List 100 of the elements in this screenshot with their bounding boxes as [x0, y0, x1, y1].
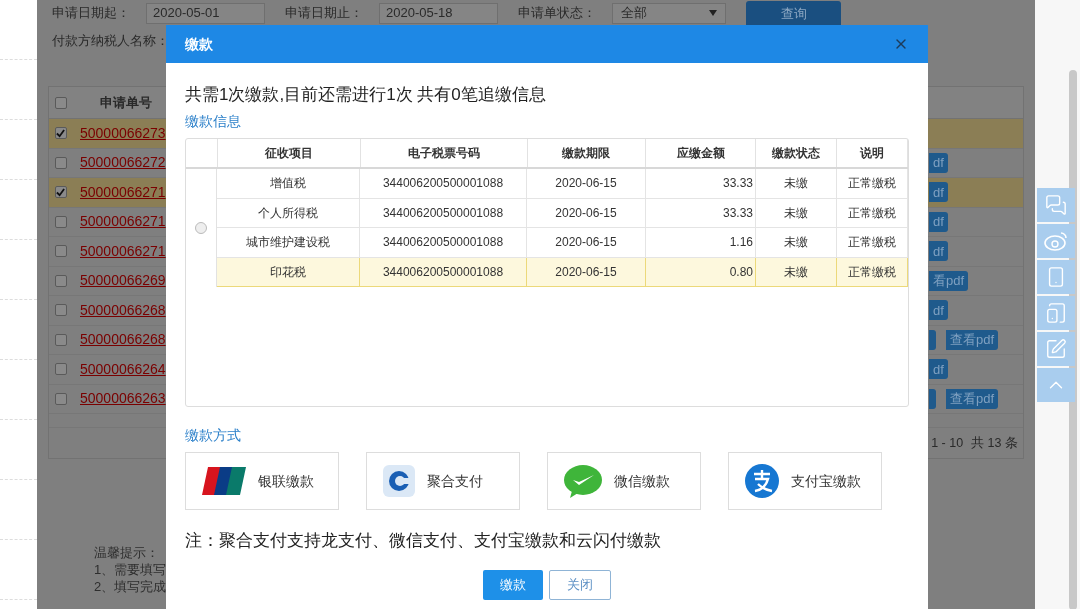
- back-to-top-icon[interactable]: [1037, 368, 1075, 402]
- table-cell: 城市维护建设税: [217, 228, 360, 257]
- table-cell: 0.80: [646, 257, 756, 286]
- table-row[interactable]: 印花税 344006200500001088 2020-06-15 0.80 未缴 正常缴税: [217, 257, 908, 287]
- view-pdf-button[interactable]: df: [929, 152, 948, 173]
- application-number-link[interactable]: 50000066269: [80, 272, 166, 289]
- page-range: 1 - 10: [931, 434, 964, 452]
- view-pdf-button[interactable]: df: [929, 241, 948, 262]
- table-cell: 个人所得税: [217, 198, 360, 227]
- table-cell: 344006200500001088: [360, 198, 527, 227]
- application-number-link[interactable]: 50000066268: [80, 331, 166, 348]
- checkbox[interactable]: [54, 245, 67, 258]
- note-text: 注：聚合支付支持龙支付、微信支付、支付宝缴款和云闪付缴款: [185, 530, 662, 552]
- column-header: 征收项目: [217, 139, 361, 167]
- table-cell: 344006200500001088: [360, 169, 527, 198]
- table-cell: 344006200500001088: [360, 228, 527, 257]
- checkbox[interactable]: [54, 215, 67, 228]
- application-number-link[interactable]: 50000066268: [80, 301, 166, 318]
- table-cell: 正常缴税: [837, 169, 908, 198]
- checkbox[interactable]: [54, 304, 67, 317]
- table-cell: 正常缴税: [837, 257, 908, 286]
- section-heading: 缴款方式: [185, 426, 242, 444]
- payer-label: 付款方纳税人名称：: [52, 32, 169, 51]
- table-row[interactable]: 增值税 344006200500001088 2020-06-15 33.33 未缴 正常缴税: [217, 169, 908, 199]
- view-pdf-button[interactable]: 查看pdf: [946, 329, 999, 350]
- application-number-link[interactable]: 50000066263: [80, 390, 166, 407]
- filter-label: 申请日期起：: [52, 4, 131, 23]
- date-field[interactable]: 2020-05-18: [379, 2, 498, 24]
- date-field[interactable]: 2020-05-01: [146, 2, 265, 24]
- button-edge[interactable]: [929, 388, 936, 409]
- column-header: 申请单号: [100, 93, 152, 112]
- table-cell: 2020-06-15: [527, 228, 646, 257]
- table-cell: 33.33: [646, 169, 756, 198]
- column-header: 说明: [837, 139, 908, 167]
- checkbox[interactable]: [54, 156, 67, 169]
- checkbox[interactable]: [54, 363, 67, 376]
- summary-text: 共需1次缴款,目前还需进行1次 共有0笔追缴信息: [185, 84, 547, 106]
- table-cell: 印花税: [217, 257, 360, 286]
- table-cell: 未缴: [756, 169, 837, 198]
- tip-text: 2、填写完成: [94, 578, 167, 595]
- column-header: 电子税票号码: [360, 139, 528, 167]
- payment-method-button[interactable]: 支付宝缴款: [728, 452, 882, 510]
- tip-text: 1、需要填写: [94, 561, 167, 578]
- column-header: 应缴金额: [646, 139, 757, 167]
- query-button[interactable]: 查询: [746, 1, 841, 27]
- close-button[interactable]: 关闭: [549, 570, 611, 600]
- table-cell: 2020-06-15: [527, 198, 646, 227]
- application-number-link[interactable]: 50000066271: [80, 183, 166, 200]
- dialog-title: 缴款: [185, 34, 213, 54]
- checkbox[interactable]: [54, 333, 67, 346]
- pay-button[interactable]: 缴款: [483, 570, 543, 600]
- application-number-link[interactable]: 50000066272: [80, 154, 166, 171]
- application-number-link[interactable]: 50000066271: [80, 213, 166, 230]
- checkbox[interactable]: [54, 96, 67, 109]
- table-cell: 未缴: [756, 228, 837, 257]
- payment-method-button[interactable]: 微信缴款: [547, 452, 701, 510]
- tip-text: 温馨提示：: [94, 544, 159, 561]
- column-header: 缴款状态: [756, 139, 838, 167]
- view-pdf-button[interactable]: df: [929, 211, 948, 232]
- table-cell: 2020-06-15: [527, 257, 646, 286]
- payment-method-button[interactable]: 聚合支付: [366, 452, 520, 510]
- chat-icon[interactable]: [1037, 188, 1075, 222]
- status-select[interactable]: 全部: [612, 2, 726, 24]
- phone-icon[interactable]: [1037, 260, 1075, 294]
- table-cell: 正常缴税: [837, 198, 908, 227]
- caret-icon: [709, 10, 717, 16]
- view-pdf-button[interactable]: 查看pdf: [946, 388, 999, 409]
- table-cell: 344006200500001088: [360, 257, 527, 286]
- application-number-link[interactable]: 50000066273: [80, 124, 166, 141]
- c-logo-icon: [383, 465, 415, 497]
- application-number-link[interactable]: 50000066271: [80, 242, 166, 259]
- checkbox[interactable]: [54, 186, 67, 199]
- column-header: 缴款期限: [527, 139, 647, 167]
- chat-check-icon: [564, 464, 602, 498]
- table-cell: 33.33: [646, 198, 756, 227]
- view-pdf-button[interactable]: df: [929, 300, 948, 321]
- view-pdf-button[interactable]: 看pdf: [929, 270, 969, 291]
- card-logo-icon: [202, 467, 246, 495]
- alipay-logo-icon: [745, 464, 779, 498]
- checkbox[interactable]: [54, 392, 67, 405]
- checkbox[interactable]: [54, 274, 67, 287]
- radio-button[interactable]: [195, 222, 207, 234]
- payment-method-button[interactable]: 银联缴款: [185, 452, 339, 510]
- checkbox[interactable]: [54, 127, 67, 140]
- total-count: 共 13 条: [971, 434, 1018, 452]
- view-pdf-button[interactable]: df: [929, 359, 948, 380]
- table-row[interactable]: 城市维护建设税 344006200500001088 2020-06-15 1.16 未缴 正常缴税: [217, 228, 908, 258]
- table-cell: 1.16: [646, 228, 756, 257]
- table-cell: 未缴: [756, 198, 837, 227]
- filter-label: 申请单状态：: [518, 4, 597, 23]
- phone-icon[interactable]: [1037, 296, 1075, 330]
- edit-icon[interactable]: [1037, 332, 1075, 366]
- table-row[interactable]: 个人所得税 344006200500001088 2020-06-15 33.33 未缴 正常缴税: [217, 198, 908, 228]
- button-edge[interactable]: [929, 329, 936, 350]
- table-cell: 2020-06-15: [527, 169, 646, 198]
- section-heading: 缴款信息: [185, 112, 242, 130]
- table-cell: 增值税: [217, 169, 360, 198]
- eye-icon[interactable]: [1037, 224, 1075, 258]
- application-number-link[interactable]: 50000066264: [80, 360, 166, 377]
- view-pdf-button[interactable]: df: [929, 182, 948, 203]
